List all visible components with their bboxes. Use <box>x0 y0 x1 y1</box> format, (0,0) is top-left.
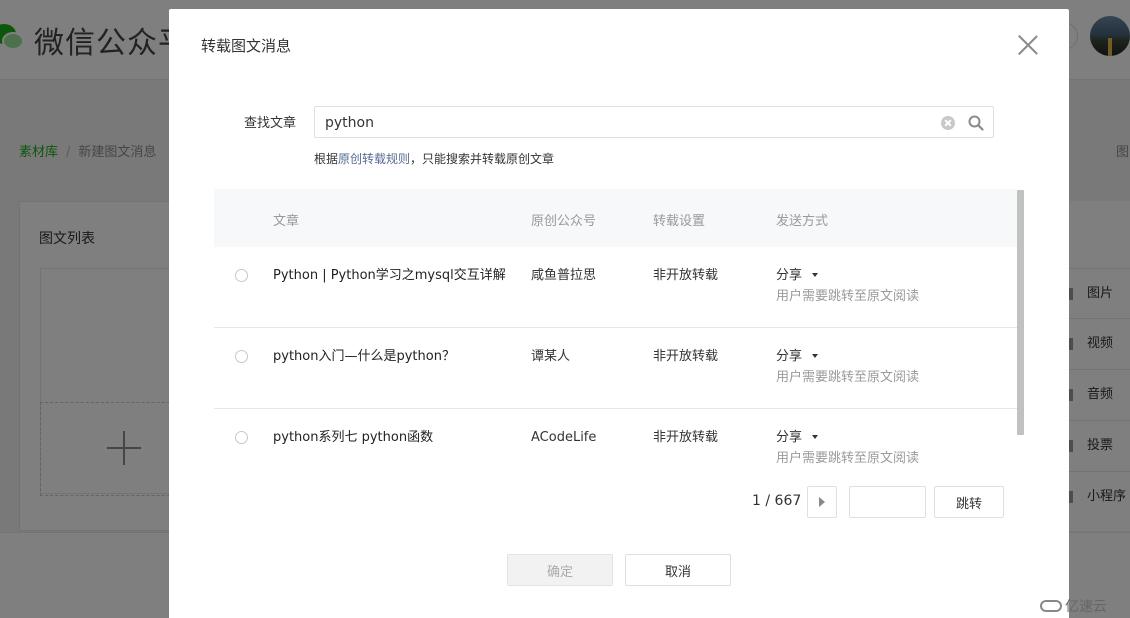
table-row[interactable]: python系列七 python函数 ACodeLife 非开放转载 分享 用户… <box>214 409 1018 464</box>
send-method-value: 分享 <box>776 268 803 283</box>
article-title: python入门—什么是python？ <box>273 349 455 364</box>
column-header-article: 文章 <box>273 214 300 229</box>
search-input[interactable] <box>325 113 925 133</box>
repost-setting: 非开放转载 <box>653 430 719 445</box>
page-total: 667 <box>774 493 802 509</box>
column-header-account: 原创公众号 <box>531 214 597 229</box>
column-header-send: 发送方式 <box>776 214 829 229</box>
search-label: 查找文章 <box>244 116 297 131</box>
row-radio[interactable] <box>235 269 248 282</box>
send-method-dropdown[interactable]: 分享 <box>776 427 819 449</box>
column-header-setting: 转载设置 <box>653 214 706 229</box>
page-separator: / <box>765 493 771 509</box>
page-current: 1 <box>752 493 761 509</box>
repost-setting: 非开放转载 <box>653 268 719 283</box>
send-method-note: 用户需要跳转至原文阅读 <box>776 289 920 304</box>
chevron-down-icon <box>812 272 819 277</box>
next-page-button[interactable] <box>807 486 837 518</box>
table-header: 文章 原创公众号 转载设置 发送方式 <box>214 189 1018 247</box>
send-method-dropdown[interactable]: 分享 <box>776 265 819 287</box>
search-hint: 根据原创转载规则，只能搜索并转载原创文章 <box>314 150 554 167</box>
send-method-note: 用户需要跳转至原文阅读 <box>776 370 920 385</box>
chevron-down-icon <box>812 353 819 358</box>
clear-icon[interactable] <box>941 116 955 130</box>
search-icon[interactable] <box>967 114 985 132</box>
row-radio[interactable] <box>235 431 248 444</box>
dialog-title: 转载图文消息 <box>201 37 292 55</box>
watermark: 亿速云 <box>1040 596 1107 616</box>
page-indicator: 1 / 667 <box>752 493 801 509</box>
table-row[interactable]: python入门—什么是python？ 谭某人 非开放转载 分享 用户需要跳转至… <box>214 328 1018 409</box>
page-number-input[interactable] <box>849 486 926 518</box>
repost-dialog: 转载图文消息 查找文章 根据原创转载规则，只能搜索并转载原创文章 文章 原创公众… <box>169 9 1069 618</box>
confirm-button[interactable]: 确定 <box>507 554 613 586</box>
table-scrollbar[interactable] <box>1017 190 1024 435</box>
send-method-value: 分享 <box>776 349 803 364</box>
watermark-text: 亿速云 <box>1065 599 1107 615</box>
table-row[interactable]: Python | Python学习之mysql交互详解 咸鱼普拉思 非开放转载 … <box>214 247 1018 328</box>
original-account: ACodeLife <box>531 430 597 445</box>
article-table: 文章 原创公众号 转载设置 发送方式 Python | Python学习之mys… <box>214 189 1018 464</box>
hint-suffix: ，只能搜索并转载原创文章 <box>410 152 555 166</box>
original-account: 咸鱼普拉思 <box>531 268 597 283</box>
jump-button[interactable]: 跳转 <box>934 486 1004 518</box>
original-account: 谭某人 <box>531 349 571 364</box>
hint-prefix: 根据 <box>314 152 339 166</box>
row-radio[interactable] <box>235 350 248 363</box>
chevron-down-icon <box>812 434 819 439</box>
repost-setting: 非开放转载 <box>653 349 719 364</box>
repost-rules-link[interactable]: 原创转载规则 <box>338 152 410 166</box>
close-icon[interactable] <box>1017 34 1039 56</box>
search-box <box>314 106 994 138</box>
article-title: Python | Python学习之mysql交互详解 <box>273 268 506 283</box>
article-title: python系列七 python函数 <box>273 430 434 445</box>
send-method-dropdown[interactable]: 分享 <box>776 346 819 368</box>
send-method-note: 用户需要跳转至原文阅读 <box>776 451 920 464</box>
cloud-logo-icon <box>1040 600 1062 612</box>
send-method-value: 分享 <box>776 430 803 445</box>
cancel-button[interactable]: 取消 <box>625 554 731 586</box>
